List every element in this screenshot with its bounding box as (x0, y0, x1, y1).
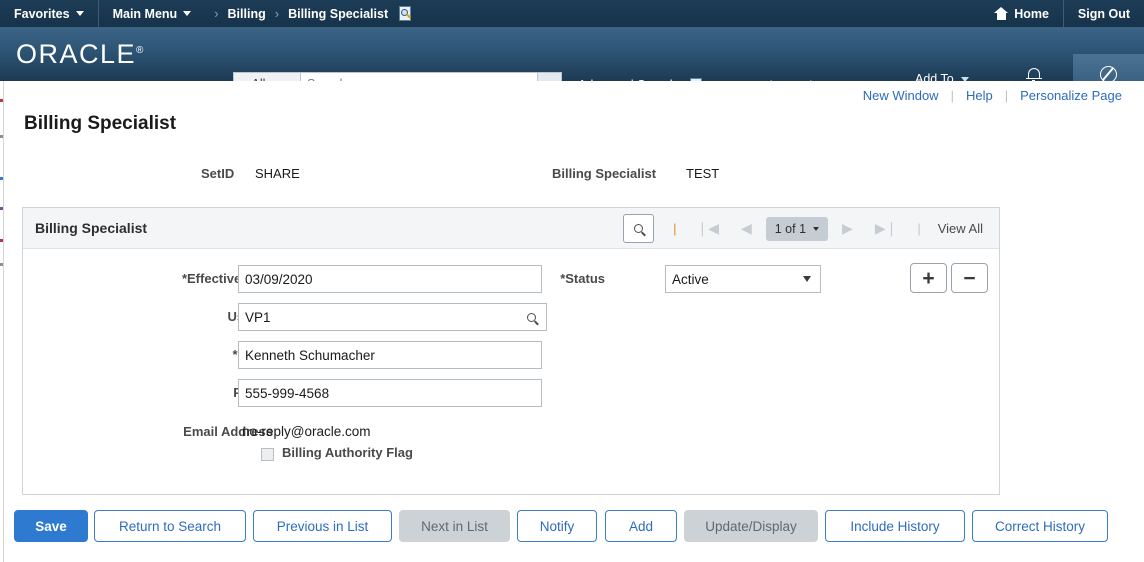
page-toolbar-links: New Window | Help | Personalize Page (851, 88, 1134, 103)
key-fields-row: SetID SHARE Billing Specialist TEST (0, 166, 1144, 188)
next-row-button[interactable]: ▶ (831, 220, 864, 237)
add-row-button[interactable]: + (910, 263, 947, 293)
effective-date-input[interactable] (238, 265, 542, 293)
button-label: Update/Display (705, 518, 797, 534)
search-document-icon[interactable] (397, 5, 413, 22)
groupbox-header: Billing Specialist | ❘◀ ◀ 1 of 1 ▶ ▶❘ | … (23, 208, 999, 249)
divider: | (673, 221, 677, 236)
plus-icon: + (922, 266, 935, 290)
main-menu-label: Main Menu (112, 6, 178, 21)
next-in-list-button: Next in List (399, 510, 510, 542)
button-label: Previous in List (276, 518, 369, 534)
oracle-logo-text: ORACLE (16, 38, 137, 69)
return-to-search-button[interactable]: Return to Search (94, 510, 246, 542)
topbar-actions: Home Sign Out (980, 0, 1144, 27)
update-display-button: Update/Display (684, 510, 818, 542)
button-label: Add (628, 518, 654, 534)
billing-specialist-key-label: Billing Specialist (552, 166, 657, 181)
left-rail (0, 81, 4, 562)
row-counter[interactable]: 1 of 1 (765, 216, 829, 241)
email-address-value: no-reply@oracle.com (242, 424, 371, 439)
setid-label: SetID (201, 166, 235, 181)
notify-button[interactable]: Notify (517, 510, 597, 542)
button-label: Return to Search (118, 518, 222, 534)
home-icon (994, 7, 1009, 20)
button-label: Correct History (994, 518, 1085, 534)
page-content: New Window | Help | Personalize Page Bil… (0, 81, 1144, 562)
phone-input[interactable] (238, 379, 542, 407)
page-title: Billing Specialist (24, 113, 177, 134)
sign-out-button[interactable]: Sign Out (1064, 0, 1144, 27)
billing-specialist-key-value: TEST (686, 166, 720, 181)
bell-icon (1025, 67, 1043, 82)
help-link[interactable]: Help (954, 88, 1005, 103)
billing-authority-flag-checkbox[interactable] (261, 448, 274, 461)
oracle-logo: ORACLE® (16, 39, 143, 70)
user-id-lookup-button[interactable] (520, 304, 542, 330)
row-navigation: | ❘◀ ◀ 1 of 1 ▶ ▶❘ | View All (623, 208, 991, 249)
breadcrumb-separator-icon: › (214, 6, 219, 21)
chevron-down-icon (183, 11, 192, 16)
home-label: Home (1014, 6, 1049, 21)
include-history-button[interactable]: Include History (825, 510, 965, 542)
groupbox-body: *Effective Date *Status ActiveInactive +… (23, 249, 999, 494)
user-id-input[interactable] (238, 303, 547, 331)
breadcrumb-billing-specialist[interactable]: Billing Specialist (288, 7, 388, 21)
last-row-button[interactable]: ▶❘ (864, 220, 909, 237)
breadcrumb-separator-icon: › (274, 6, 280, 21)
magnifier-icon (526, 312, 536, 322)
add-button[interactable]: Add (605, 510, 677, 542)
sign-out-label: Sign Out (1077, 6, 1130, 21)
breadcrumb-billing[interactable]: Billing (228, 7, 266, 21)
button-label: Next in List (421, 518, 488, 534)
favorites-label: Favorites (14, 6, 70, 21)
status-label: *Status (560, 271, 605, 286)
registered-mark: ® (136, 44, 144, 56)
billing-specialist-groupbox: Billing Specialist | ❘◀ ◀ 1 of 1 ▶ ▶❘ | … (22, 207, 1000, 495)
save-button[interactable]: Save (14, 510, 88, 542)
divider: | (917, 221, 921, 236)
view-all-link[interactable]: View All (930, 221, 991, 236)
groupbox-title: Billing Specialist (35, 220, 148, 236)
setid-value: SHARE (255, 166, 300, 181)
billing-authority-flag-label: Billing Authority Flag (282, 445, 413, 460)
name-input[interactable] (238, 341, 542, 369)
search-icon (634, 224, 644, 233)
breadcrumb-bar: Favorites Main Menu › Billing › Billing … (0, 0, 1144, 27)
compass-icon (1100, 65, 1117, 83)
app-header: ORACLE® All » Advanced Search Last Searc… (0, 27, 1144, 108)
first-row-button[interactable]: ❘◀ (685, 220, 730, 237)
page-action-buttons: Save Return to Search Previous in List Next… (0, 510, 1144, 562)
button-label: Include History (850, 518, 940, 534)
button-label: Save (35, 518, 67, 534)
minus-icon: − (963, 266, 976, 290)
row-counter-label: 1 of 1 (774, 221, 807, 236)
correct-history-button[interactable]: Correct History (972, 510, 1108, 542)
button-label: Notify (539, 518, 575, 534)
delete-row-button[interactable]: − (951, 263, 988, 293)
chevron-down-icon (75, 11, 84, 16)
new-window-link[interactable]: New Window (851, 88, 951, 103)
previous-row-button[interactable]: ◀ (730, 220, 763, 237)
find-button[interactable] (623, 214, 655, 243)
home-button[interactable]: Home (980, 0, 1063, 27)
breadcrumb: Favorites Main Menu › Billing › Billing … (0, 0, 413, 27)
chevron-down-icon (813, 226, 820, 231)
main-menu[interactable]: Main Menu (99, 0, 206, 27)
previous-in-list-button[interactable]: Previous in List (253, 510, 392, 542)
personalize-page-link[interactable]: Personalize Page (1008, 88, 1134, 103)
favorites-menu[interactable]: Favorites (0, 0, 98, 27)
status-select[interactable]: ActiveInactive (665, 265, 821, 293)
